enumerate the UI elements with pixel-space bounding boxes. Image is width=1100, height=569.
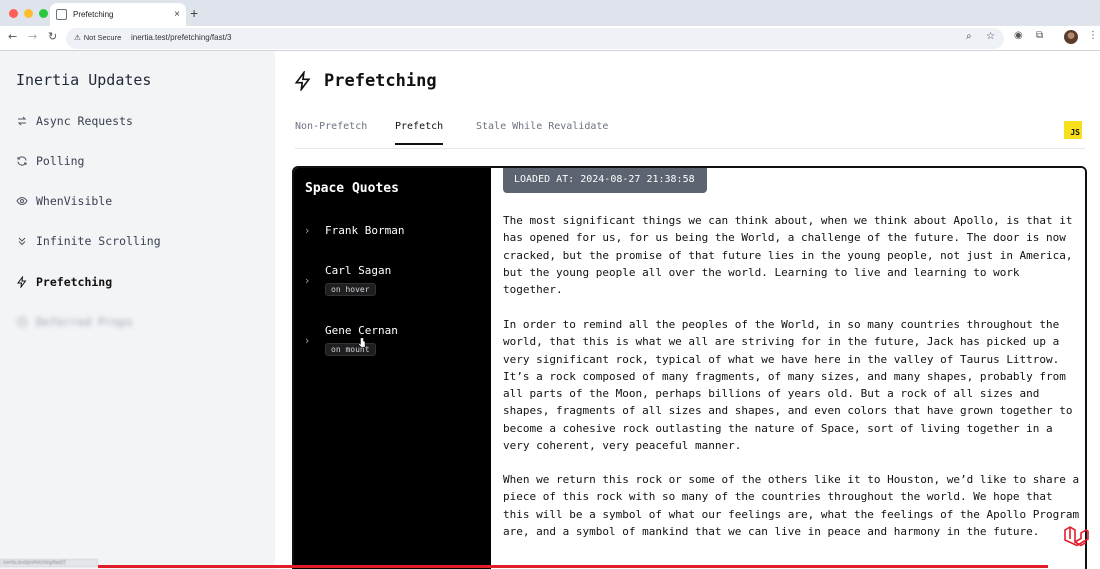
warning-icon: ⚠ xyxy=(74,33,81,42)
chevrons-down-icon xyxy=(18,237,26,246)
back-arrow-icon[interactable]: ← xyxy=(8,30,17,43)
sidebar-item-label: WhenVisible xyxy=(36,194,113,208)
bolt-icon xyxy=(294,71,311,91)
browser-tab[interactable]: Prefetching × xyxy=(50,3,186,26)
page-title: Prefetching xyxy=(324,71,437,91)
tab-non-prefetch[interactable]: Non-Prefetch xyxy=(295,121,367,143)
sidebar-item-deferred-props[interactable]: Deferred Props xyxy=(16,315,133,329)
people-list-panel: Space Quotes › Frank Borman › Carl Sagan… xyxy=(294,168,491,569)
video-progress-bar xyxy=(98,565,1048,568)
hand-cursor-icon xyxy=(358,337,366,348)
tab-title: Prefetching xyxy=(73,10,114,19)
security-indicator[interactable]: ⚠ Not Secure xyxy=(74,33,121,42)
main-content: Prefetching Non-Prefetch Prefetch Stale … xyxy=(275,51,1100,569)
sidebar-item-label: Deferred Props xyxy=(36,315,133,329)
laravel-logo-icon xyxy=(1064,526,1089,547)
sidebar-item-whenvisible[interactable]: WhenVisible xyxy=(16,194,112,208)
sidebar-item-async-requests[interactable]: Async Requests xyxy=(16,114,133,128)
chevron-right-icon: › xyxy=(305,274,310,287)
js-badge: JS xyxy=(1064,121,1082,139)
window-controls xyxy=(9,9,48,18)
sidebar-item-label: Polling xyxy=(36,154,85,168)
person-name: Carl Sagan xyxy=(325,264,392,277)
quote-paragraph: The most significant things we can think… xyxy=(503,214,1073,297)
tab-prefetch[interactable]: Prefetch xyxy=(395,121,444,145)
close-window-button[interactable] xyxy=(9,9,18,18)
extensions-puzzle-icon[interactable]: ⧉ xyxy=(1036,30,1043,41)
loaded-at-badge: LOADED AT: 2024-08-27 21:38:58 xyxy=(503,168,707,193)
bookmark-star-icon[interactable]: ☆ xyxy=(986,31,995,42)
address-bar[interactable]: ⚠ Not Secure inertia.test/prefetching/fa… xyxy=(66,28,1004,49)
sidebar-item-label: Infinite Scrolling xyxy=(36,234,161,248)
url-text[interactable]: inertia.test/prefetching/fast/3 xyxy=(131,33,232,42)
eye-icon xyxy=(16,196,28,206)
prefetch-mode-badge: on mount xyxy=(325,343,376,356)
status-bar-url: inertia.test/prefetching/fast/2 xyxy=(0,559,98,567)
prefetch-mode-badge: on hover xyxy=(325,283,376,296)
profile-avatar[interactable] xyxy=(1064,30,1078,44)
sidebar-item-polling[interactable]: Polling xyxy=(16,154,84,168)
browser-menu-icon[interactable]: ⋮ xyxy=(1088,30,1098,41)
sidebar-item-prefetching[interactable]: Prefetching xyxy=(16,275,112,289)
reload-icon[interactable]: ↻ xyxy=(48,30,57,43)
tab-stale-while-revalidate[interactable]: Stale While Revalidate xyxy=(476,121,608,143)
zoom-icon[interactable]: ⌕ xyxy=(966,31,972,42)
tab-close-icon[interactable]: × xyxy=(174,9,180,20)
space-quotes-card: Space Quotes › Frank Borman › Carl Sagan… xyxy=(292,166,1087,569)
app-brand-title: Inertia Updates xyxy=(16,71,152,89)
arrows-exchange-icon xyxy=(17,116,27,126)
new-tab-button[interactable]: + xyxy=(190,5,198,21)
sidebar-item-label: Async Requests xyxy=(36,114,133,128)
browser-toolbar: ← → ↻ ⚠ Not Secure inertia.test/prefetch… xyxy=(0,26,1100,51)
sidebar: Inertia Updates Async Requests Polling W… xyxy=(0,51,275,569)
bolt-icon xyxy=(17,276,27,288)
security-label: Not Secure xyxy=(83,33,122,42)
chevron-right-icon: › xyxy=(305,334,310,347)
sidebar-item-infinite-scrolling[interactable]: Infinite Scrolling xyxy=(16,234,161,248)
forward-arrow-icon[interactable]: → xyxy=(28,30,37,43)
quote-paragraph: When we return this rock or some of the … xyxy=(503,473,1080,538)
person-name: Gene Cernan xyxy=(325,324,398,337)
extension-icon[interactable]: ◉ xyxy=(1014,30,1023,41)
maximize-window-button[interactable] xyxy=(39,9,48,18)
browser-tab-bar: Prefetching × + xyxy=(0,0,1100,26)
chevron-right-icon: › xyxy=(305,224,310,237)
refresh-icon xyxy=(17,156,27,166)
quote-paragraph: In order to remind all the peoples of th… xyxy=(503,318,1073,453)
clock-icon xyxy=(17,317,27,327)
page-favicon-icon xyxy=(56,9,67,20)
quote-panel: LOADED AT: 2024-08-27 21:38:58 The most … xyxy=(491,168,1085,569)
person-name: Frank Borman xyxy=(325,224,405,237)
card-title: Space Quotes xyxy=(305,181,399,196)
sidebar-item-label: Prefetching xyxy=(36,275,113,289)
tab-bar: Non-Prefetch Prefetch Stale While Revali… xyxy=(295,115,1085,149)
minimize-window-button[interactable] xyxy=(24,9,33,18)
